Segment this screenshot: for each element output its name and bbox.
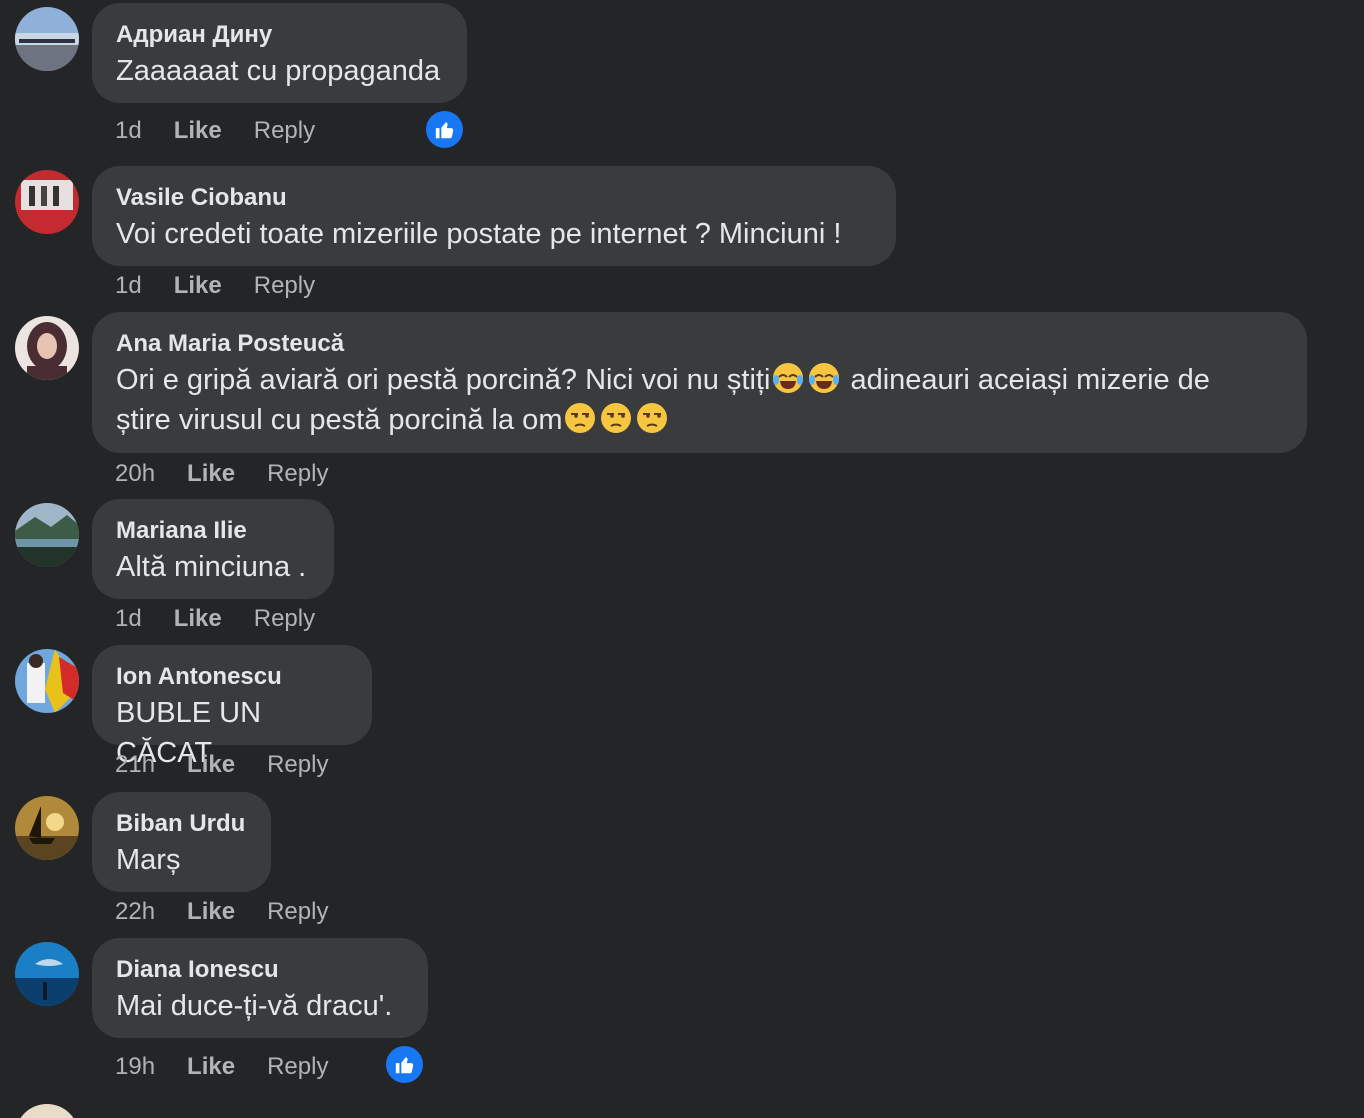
comment-actions: 1d Like Reply [115, 117, 315, 145]
thumbs-up-icon[interactable] [386, 1046, 423, 1083]
comment-actions: 22h Like Reply [115, 898, 328, 926]
comment-text-part: adineauri aceiași mizerie de [842, 364, 1210, 396]
unamused-face-emoji [563, 401, 597, 435]
comment-actions: 21h Like Reply [115, 751, 328, 779]
comment-time[interactable]: 1d [115, 117, 142, 145]
comment-bubble: Vasile Ciobanu Voi credeti toate mizerii… [92, 166, 896, 266]
avatar-image [15, 942, 79, 1006]
avatar[interactable] [15, 942, 79, 1006]
comment-author[interactable]: Vasile Ciobanu [116, 182, 872, 214]
comment-author[interactable]: Mariana Ilie [116, 515, 310, 547]
comment-text-part: Ori e gripă aviară ori pestă porcină? Ni… [116, 364, 771, 396]
avatar[interactable] [15, 170, 79, 234]
reply-button[interactable]: Reply [254, 117, 315, 145]
avatar[interactable] [15, 503, 79, 567]
comment-bubble: Mariana Ilie Altă minciuna . [92, 499, 334, 599]
thumbs-up-icon[interactable] [426, 111, 463, 148]
like-button[interactable]: Like [187, 898, 235, 926]
comment-bubble: Адриан Дину Zaaaaaat cu propaganda [92, 3, 467, 103]
reply-button[interactable]: Reply [267, 751, 328, 779]
reply-button[interactable]: Reply [254, 605, 315, 633]
comment-text: Ori e gripă aviară ori pestă porcină? Ni… [116, 360, 1283, 440]
comment-author[interactable]: Biban Urdu [116, 808, 247, 840]
avatar[interactable] [15, 796, 79, 860]
comment-bubble: Biban Urdu Marș [92, 792, 271, 892]
unamused-face-emoji [599, 401, 633, 435]
tears-of-joy-emoji [807, 361, 841, 395]
reply-button[interactable]: Reply [254, 272, 315, 300]
comments-list: Адриан Дину Zaaaaaat cu propaganda 1d Li… [0, 0, 1364, 1118]
comment-time[interactable]: 21h [115, 751, 155, 779]
unamused-face-emoji [635, 401, 669, 435]
avatar-image [15, 7, 79, 71]
reply-button[interactable]: Reply [267, 1053, 328, 1081]
avatar-image [15, 503, 79, 567]
comment-author[interactable]: Ion Antonescu [116, 661, 348, 693]
comment-author[interactable]: Адриан Дину [116, 19, 443, 51]
avatar[interactable] [15, 7, 79, 71]
comment-author[interactable]: Ana Maria Posteucă [116, 328, 1283, 360]
comment-actions: 20h Like Reply [115, 460, 328, 488]
comment-text: Zaaaaaat cu propaganda [116, 55, 441, 87]
comment-text: Marș [116, 844, 181, 876]
comment-actions: 1d Like Reply [115, 605, 315, 633]
comment-time[interactable]: 1d [115, 272, 142, 300]
comment-text: Altă minciuna . [116, 551, 307, 583]
comment-actions: 1d Like Reply [115, 272, 315, 300]
like-button[interactable]: Like [187, 1053, 235, 1081]
avatar-image [15, 316, 79, 380]
comment-time[interactable]: 1d [115, 605, 142, 633]
like-button[interactable]: Like [174, 605, 222, 633]
like-button[interactable]: Like [174, 272, 222, 300]
comment-bubble: Ana Maria Posteucă Ori e gripă aviară or… [92, 312, 1307, 453]
tears-of-joy-emoji [771, 361, 805, 395]
avatar-image [15, 796, 79, 860]
reply-button[interactable]: Reply [267, 898, 328, 926]
comment-time[interactable]: 22h [115, 898, 155, 926]
like-button[interactable]: Like [187, 460, 235, 488]
comment-bubble: Diana Ionescu Mai duce-ți-vă dracu'. [92, 938, 428, 1038]
avatar-image [15, 170, 79, 234]
like-button[interactable]: Like [174, 117, 222, 145]
comment-bubble: Ion Antonescu BUBLE UN CĂCAT [92, 645, 372, 769]
comment-text: Mai duce-ți-vă dracu'. [116, 990, 393, 1022]
comment-time[interactable]: 19h [115, 1053, 155, 1081]
comment-author[interactable]: Diana Ionescu [116, 954, 404, 986]
avatar[interactable] [15, 1104, 79, 1118]
comment-text-part: știre virusul cu pestă porcină la om [116, 404, 563, 436]
comment-time[interactable]: 20h [115, 460, 155, 488]
avatar-image [15, 649, 79, 713]
reply-button[interactable]: Reply [267, 460, 328, 488]
avatar[interactable] [15, 316, 79, 380]
avatar[interactable] [15, 649, 79, 713]
comment-text: Voi credeti toate mizeriile postate pe i… [116, 218, 842, 250]
like-button[interactable]: Like [187, 751, 235, 779]
comment-actions: 19h Like Reply [115, 1053, 328, 1081]
